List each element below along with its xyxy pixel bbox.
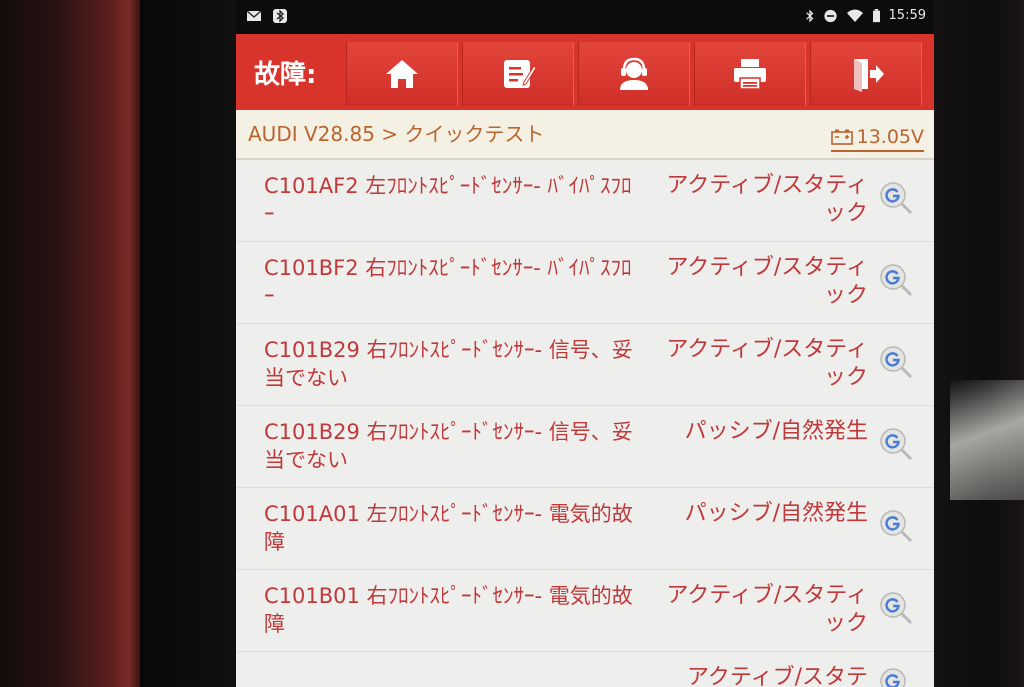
dtc-status: アクティブ/スタティック bbox=[666, 255, 868, 308]
print-icon bbox=[734, 59, 766, 90]
battery-voltage-icon bbox=[830, 129, 853, 145]
home-icon bbox=[386, 60, 418, 88]
breadcrumb: AUDI V28.85 > クイックテスト bbox=[248, 122, 545, 146]
dtc-status: アクティブ/スタテ bbox=[687, 665, 868, 687]
toolbar: 故障: bbox=[236, 34, 934, 110]
table-row[interactable]: C101BF2 右ﾌﾛﾝﾄｽﾋﾟｰﾄﾞｾﾝｻｰ- ﾊﾞｲﾊﾟｽﾌﾛｰ アクティブ… bbox=[236, 242, 934, 324]
app-screen: 故障: AUDI V28.85 > クイックテスト 13.05V C101AF2… bbox=[236, 34, 934, 687]
dtc-status: パッシブ/自然発生 bbox=[684, 419, 868, 444]
dtc-status: アクティブ/スタティック bbox=[666, 337, 868, 390]
dnd-icon bbox=[823, 9, 837, 22]
clock: 15:59 bbox=[888, 8, 926, 23]
dtc-status: パッシブ/自然発生 bbox=[684, 501, 868, 526]
status-left bbox=[246, 8, 288, 24]
dtc-status: アクティブ/スタティック bbox=[666, 173, 868, 226]
google-search-icon[interactable] bbox=[878, 590, 914, 626]
table-row-partial[interactable]: アクティブ/スタテ bbox=[236, 652, 934, 687]
mail-icon bbox=[246, 10, 262, 21]
status-right: 15:59 bbox=[805, 8, 926, 23]
breadcrumb-bar: AUDI V28.85 > クイックテスト 13.05V bbox=[236, 110, 934, 160]
table-row[interactable]: C101AF2 左ﾌﾛﾝﾄｽﾋﾟｰﾄﾞｾﾝｻｰ- ﾊﾞｲﾊﾟｽﾌﾛｰ アクティブ… bbox=[236, 160, 934, 242]
voltage-value: 13.05V bbox=[856, 126, 924, 148]
table-row[interactable]: C101B29 右ﾌﾛﾝﾄｽﾋﾟｰﾄﾞｾﾝｻｰ- 信号、妥当でない パッシブ/自… bbox=[236, 406, 934, 488]
google-search-icon[interactable] bbox=[878, 666, 914, 687]
support-icon bbox=[620, 57, 648, 90]
device-bezel-left bbox=[140, 0, 236, 687]
google-search-icon[interactable] bbox=[878, 262, 914, 298]
exit-icon bbox=[854, 59, 884, 92]
exit-button[interactable] bbox=[810, 42, 922, 106]
wifi-icon bbox=[846, 9, 863, 22]
table-row[interactable]: C101B01 右ﾌﾛﾝﾄｽﾋﾟｰﾄﾞｾﾝｻｰ- 電気的故障 アクティブ/スタテ… bbox=[236, 570, 934, 652]
dtc-code-description: C101BF2 右ﾌﾛﾝﾄｽﾋﾟｰﾄﾞｾﾝｻｰ- ﾊﾞｲﾊﾟｽﾌﾛｰ bbox=[264, 256, 632, 308]
google-search-icon[interactable] bbox=[878, 344, 914, 380]
dtc-code-description: C101B29 右ﾌﾛﾝﾄｽﾋﾟｰﾄﾞｾﾝｻｰ- 信号、妥当でない bbox=[264, 420, 633, 472]
report-icon bbox=[504, 60, 537, 88]
print-button[interactable] bbox=[694, 42, 806, 106]
dtc-code-description: C101AF2 左ﾌﾛﾝﾄｽﾋﾟｰﾄﾞｾﾝｻｰ- ﾊﾞｲﾊﾟｽﾌﾛｰ bbox=[264, 174, 632, 226]
device-bezel-right bbox=[934, 0, 1024, 687]
voltage-indicator: 13.05V bbox=[830, 126, 924, 152]
status-bar: 15:59 bbox=[236, 0, 934, 34]
battery-icon bbox=[872, 8, 880, 22]
table-row[interactable]: C101A01 左ﾌﾛﾝﾄｽﾋﾟｰﾄﾞｾﾝｻｰ- 電気的故障 パッシブ/自然発生 bbox=[236, 488, 934, 570]
home-button[interactable] bbox=[346, 42, 458, 106]
device-casing-left bbox=[0, 0, 140, 687]
page-title: 故障: bbox=[254, 60, 317, 90]
dtc-list: C101AF2 左ﾌﾛﾝﾄｽﾋﾟｰﾄﾞｾﾝｻｰ- ﾊﾞｲﾊﾟｽﾌﾛｰ アクティブ… bbox=[236, 160, 934, 687]
dtc-code-description: C101B01 右ﾌﾛﾝﾄｽﾋﾟｰﾄﾞｾﾝｻｰ- 電気的故障 bbox=[264, 584, 633, 636]
google-search-icon[interactable] bbox=[878, 426, 914, 462]
table-row[interactable]: C101B29 右ﾌﾛﾝﾄｽﾋﾟｰﾄﾞｾﾝｻｰ- 信号、妥当でない アクティブ/… bbox=[236, 324, 934, 406]
screen-glare bbox=[950, 380, 1024, 500]
report-button[interactable] bbox=[462, 42, 574, 106]
bluetooth-icon bbox=[805, 8, 813, 23]
dtc-status: アクティブ/スタティック bbox=[666, 583, 868, 636]
google-search-icon[interactable] bbox=[878, 508, 914, 544]
dtc-code-description: C101B29 右ﾌﾛﾝﾄｽﾋﾟｰﾄﾞｾﾝｻｰ- 信号、妥当でない bbox=[264, 338, 633, 390]
google-search-icon[interactable] bbox=[878, 180, 914, 216]
dtc-code-description: C101A01 左ﾌﾛﾝﾄｽﾋﾟｰﾄﾞｾﾝｻｰ- 電気的故障 bbox=[264, 502, 633, 554]
support-button[interactable] bbox=[578, 42, 690, 106]
bluetooth-app-icon bbox=[273, 9, 287, 23]
